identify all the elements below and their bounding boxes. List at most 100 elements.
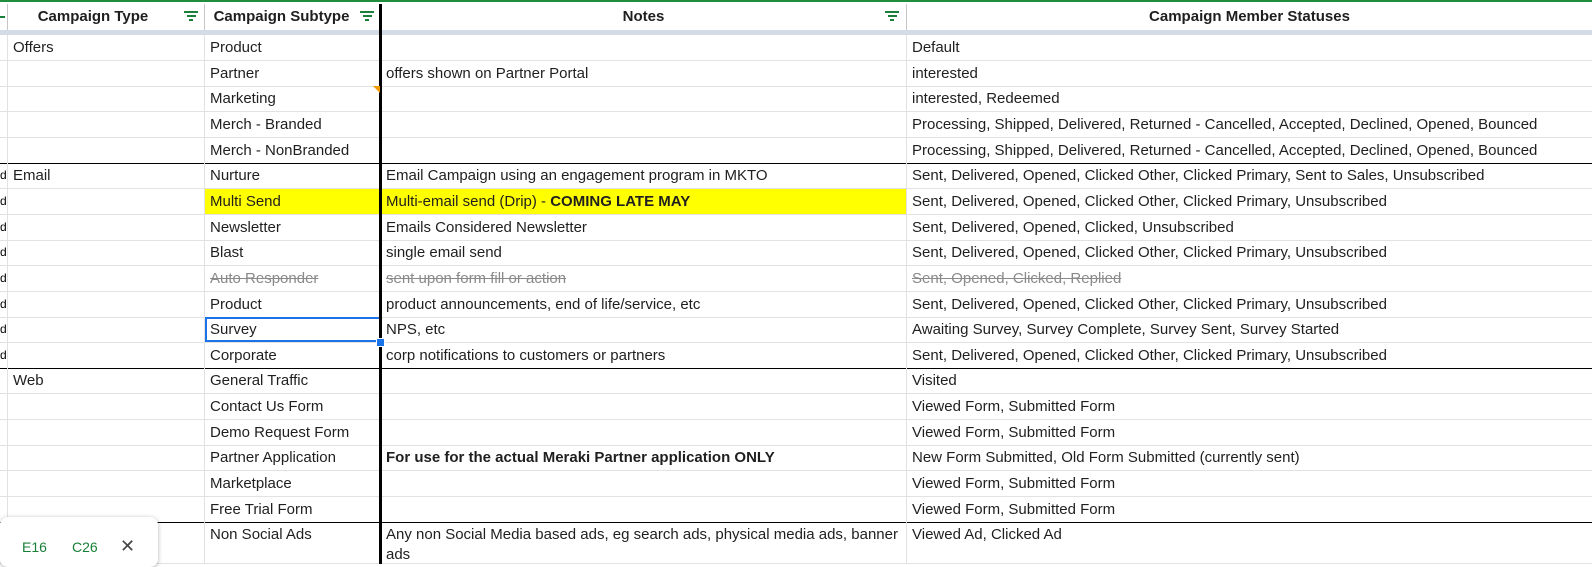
campaign-subtype-cell[interactable]: Survey (205, 317, 381, 342)
row-stub-cell[interactable]: d (0, 240, 8, 265)
header-notes[interactable]: Notes (381, 4, 907, 30)
member-statuses-cell[interactable]: Viewed Form, Submitted Form (907, 471, 1592, 496)
notes-cell[interactable]: Multi-email send (Drip) - COMING LATE MA… (381, 189, 907, 214)
row-stub-cell[interactable] (0, 35, 8, 60)
notes-cell[interactable]: Email Campaign using an engagement progr… (381, 163, 907, 188)
member-statuses-cell[interactable]: Sent, Delivered, Opened, Clicked Other, … (907, 163, 1592, 188)
notes-cell[interactable] (381, 394, 907, 419)
filter-icon[interactable] (183, 10, 199, 24)
campaign-type-cell[interactable] (8, 292, 205, 317)
row-stub-cell[interactable] (0, 445, 8, 470)
campaign-type-cell[interactable] (8, 471, 205, 496)
row-stub-cell[interactable]: d (0, 189, 8, 214)
close-icon[interactable]: ✕ (120, 536, 135, 557)
campaign-type-cell[interactable] (8, 445, 205, 470)
cell-ref-link[interactable]: C26 (72, 539, 98, 555)
comment-indicator[interactable] (373, 86, 380, 93)
filter-icon[interactable] (359, 10, 375, 24)
header-campaign-type[interactable]: Campaign Type (8, 4, 205, 30)
notes-cell[interactable]: For use for the actual Meraki Partner ap… (381, 445, 907, 470)
notes-cell[interactable] (381, 112, 907, 137)
member-statuses-cell[interactable]: Sent, Opened, Clicked, Replied (907, 266, 1592, 291)
campaign-type-cell[interactable] (8, 420, 205, 445)
header-campaign-subtype[interactable]: Campaign Subtype (205, 4, 381, 30)
campaign-subtype-cell[interactable]: Partner (205, 61, 381, 86)
row-stub-cell[interactable] (0, 61, 8, 86)
notes-cell[interactable] (381, 368, 907, 393)
campaign-type-cell[interactable] (8, 138, 205, 163)
notes-cell[interactable] (381, 35, 907, 60)
notes-cell[interactable]: corp notifications to customers or partn… (381, 343, 907, 368)
member-statuses-cell[interactable]: Sent, Delivered, Opened, Clicked Other, … (907, 240, 1592, 265)
notes-cell[interactable]: single email send (381, 240, 907, 265)
member-statuses-cell[interactable]: Sent, Delivered, Opened, Clicked, Unsubs… (907, 215, 1592, 240)
notes-cell[interactable]: Any non Social Media based ads, eg searc… (381, 522, 907, 563)
campaign-type-cell[interactable] (8, 86, 205, 111)
campaign-type-cell[interactable]: Email (8, 163, 205, 188)
row-stub-cell[interactable] (0, 112, 8, 137)
notes-cell[interactable] (381, 420, 907, 445)
row-stub-cell[interactable] (0, 86, 8, 111)
campaign-subtype-cell[interactable]: Blast (205, 240, 381, 265)
member-statuses-cell[interactable]: Awaiting Survey, Survey Complete, Survey… (907, 317, 1592, 342)
notes-cell[interactable] (381, 138, 907, 163)
campaign-type-cell[interactable] (8, 266, 205, 291)
member-statuses-cell[interactable]: Default (907, 35, 1592, 60)
campaign-type-cell[interactable]: Web (8, 368, 205, 393)
campaign-subtype-cell[interactable]: Non Social Ads (205, 522, 381, 563)
campaign-subtype-cell[interactable]: Demo Request Form (205, 420, 381, 445)
row-stub-cell[interactable]: d (0, 292, 8, 317)
member-statuses-cell[interactable]: Visited (907, 368, 1592, 393)
member-statuses-cell[interactable]: Sent, Delivered, Opened, Clicked Other, … (907, 189, 1592, 214)
campaign-type-cell[interactable] (8, 317, 205, 342)
campaign-type-cell[interactable] (8, 189, 205, 214)
notes-cell[interactable] (381, 497, 907, 522)
campaign-subtype-cell[interactable]: Product (205, 35, 381, 60)
member-statuses-cell[interactable]: Sent, Delivered, Opened, Clicked Other, … (907, 343, 1592, 368)
cell-ref-link[interactable]: E16 (22, 539, 47, 555)
notes-cell[interactable] (381, 471, 907, 496)
campaign-subtype-cell[interactable]: Multi Send (205, 189, 381, 214)
member-statuses-cell[interactable]: interested (907, 61, 1592, 86)
campaign-subtype-cell[interactable]: Merch - NonBranded (205, 138, 381, 163)
row-stub-cell[interactable]: d (0, 317, 8, 342)
campaign-subtype-cell[interactable]: Partner Application (205, 445, 381, 470)
campaign-type-cell[interactable] (8, 240, 205, 265)
campaign-subtype-cell[interactable]: Auto Responder (205, 266, 381, 291)
campaign-type-cell[interactable] (8, 343, 205, 368)
member-statuses-cell[interactable]: Viewed Form, Submitted Form (907, 420, 1592, 445)
row-stub-cell[interactable] (0, 394, 8, 419)
campaign-type-cell[interactable] (8, 215, 205, 240)
campaign-subtype-cell[interactable]: Nurture (205, 163, 381, 188)
campaign-type-cell[interactable]: Offers (8, 35, 205, 60)
member-statuses-cell[interactable]: Sent, Delivered, Opened, Clicked Other, … (907, 292, 1592, 317)
campaign-type-cell[interactable] (8, 394, 205, 419)
member-statuses-cell[interactable]: Processing, Shipped, Delivered, Returned… (907, 138, 1592, 163)
campaign-subtype-cell[interactable]: Marketing (205, 86, 381, 111)
notes-cell[interactable]: NPS, etc (381, 317, 907, 342)
campaign-type-cell[interactable] (8, 61, 205, 86)
row-stub-cell[interactable]: d (0, 163, 8, 188)
selection-fill-handle[interactable] (376, 338, 385, 347)
member-statuses-cell[interactable]: Processing, Shipped, Delivered, Returned… (907, 112, 1592, 137)
notes-cell[interactable]: Emails Considered Newsletter (381, 215, 907, 240)
campaign-subtype-cell[interactable]: Marketplace (205, 471, 381, 496)
row-stub-cell[interactable]: d (0, 343, 8, 368)
filter-icon[interactable] (884, 10, 900, 24)
campaign-subtype-cell[interactable]: Contact Us Form (205, 394, 381, 419)
row-stub-cell[interactable] (0, 368, 8, 393)
member-statuses-cell[interactable]: Viewed Form, Submitted Form (907, 497, 1592, 522)
campaign-subtype-cell[interactable]: Free Trial Form (205, 497, 381, 522)
row-stub-cell[interactable]: d (0, 266, 8, 291)
campaign-subtype-cell[interactable]: Merch - Branded (205, 112, 381, 137)
campaign-subtype-cell[interactable]: Newsletter (205, 215, 381, 240)
campaign-subtype-cell[interactable]: Corporate (205, 343, 381, 368)
notes-cell[interactable]: product announcements, end of life/servi… (381, 292, 907, 317)
campaign-subtype-cell[interactable]: Product (205, 292, 381, 317)
campaign-type-cell[interactable] (8, 112, 205, 137)
row-stub-cell[interactable] (0, 138, 8, 163)
member-statuses-cell[interactable]: New Form Submitted, Old Form Submitted (… (907, 445, 1592, 470)
notes-cell[interactable]: sent upon form fill or action (381, 266, 907, 291)
notes-cell[interactable]: offers shown on Partner Portal (381, 61, 907, 86)
notes-cell[interactable] (381, 86, 907, 111)
